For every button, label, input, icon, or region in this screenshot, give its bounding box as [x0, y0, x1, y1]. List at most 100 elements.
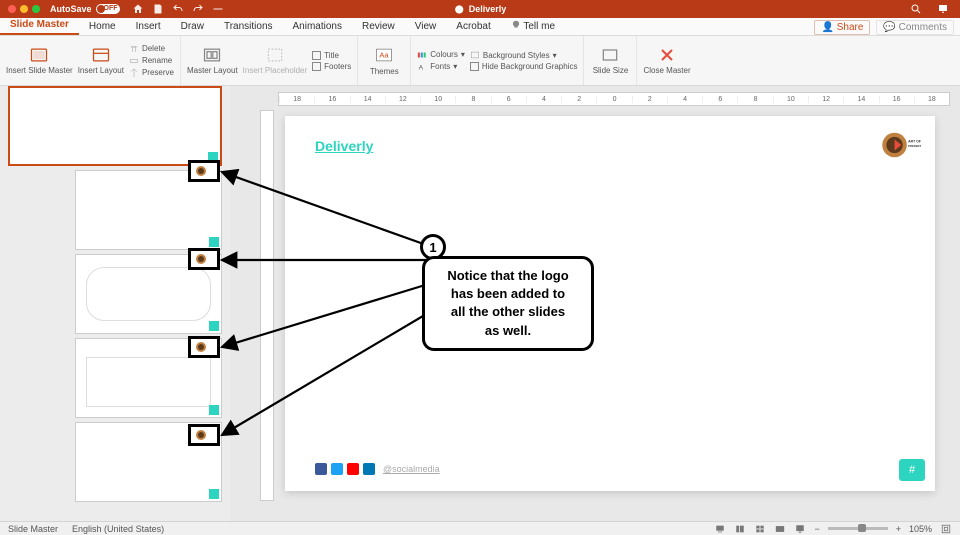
insert-placeholder-label: Insert Placeholder — [243, 67, 307, 76]
ribbon-group-close: Close Master — [637, 36, 696, 85]
normal-view-icon[interactable] — [734, 524, 746, 534]
titlebar: AutoSave OFF Deliverly — [0, 0, 960, 18]
fonts-button[interactable]: AFonts ▾ — [417, 62, 465, 72]
autosave-state: OFF — [104, 5, 118, 12]
delete-icon — [129, 44, 139, 54]
slide-size-icon — [600, 45, 620, 65]
insert-layout-button[interactable]: Insert Layout — [78, 45, 124, 76]
annotation-text: as well. — [439, 322, 577, 340]
tab-home[interactable]: Home — [79, 18, 126, 35]
slide-size-button[interactable]: Slide Size — [590, 45, 630, 76]
zoom-in-button[interactable]: + — [896, 524, 901, 534]
youtube-icon[interactable] — [347, 463, 359, 475]
tab-view[interactable]: View — [405, 18, 447, 35]
qat-more-icon[interactable] — [212, 3, 224, 15]
tell-me-label: Tell me — [523, 21, 555, 32]
ribbon-group-edit-theme: Aa Themes — [358, 36, 411, 85]
zoom-level[interactable]: 105% — [909, 524, 932, 534]
facebook-icon[interactable] — [315, 463, 327, 475]
slide-master-icon — [29, 45, 49, 65]
tab-transitions[interactable]: Transitions — [214, 18, 283, 35]
vertical-ruler[interactable] — [260, 110, 274, 501]
rename-icon — [129, 56, 139, 66]
minimize-window-icon[interactable] — [20, 5, 28, 13]
tab-review[interactable]: Review — [352, 18, 405, 35]
tab-insert[interactable]: Insert — [126, 18, 171, 35]
slide-canvas[interactable]: Deliverly ART OF PRESENTATIONS @socialme… — [285, 116, 935, 491]
footers-checkbox[interactable]: Footers — [312, 62, 351, 71]
home-icon[interactable] — [132, 3, 144, 15]
twitter-icon[interactable] — [331, 463, 343, 475]
undo-icon[interactable] — [172, 3, 184, 15]
fonts-icon: A — [417, 62, 427, 72]
fit-to-window-icon[interactable] — [940, 524, 952, 534]
close-master-button[interactable]: Close Master — [643, 45, 690, 76]
ribbon-group-background: Colours ▾ AFonts ▾ Background Styles ▾ H… — [411, 36, 584, 85]
thumbnail-badge-icon — [209, 489, 219, 499]
annotation-text: Notice that the logo — [439, 267, 577, 285]
present-icon[interactable] — [936, 3, 950, 15]
themes-button[interactable]: Aa Themes — [364, 45, 404, 76]
slideshow-view-icon[interactable] — [794, 524, 806, 534]
svg-text:Aa: Aa — [380, 51, 390, 60]
svg-text:PRESENTATIONS: PRESENTATIONS — [908, 144, 921, 148]
rename-button[interactable]: Rename — [129, 56, 174, 66]
comments-button[interactable]: 💬 Comments — [876, 20, 954, 35]
ribbon-group-size: Slide Size — [584, 36, 637, 85]
search-icon[interactable] — [910, 3, 922, 15]
mini-logo-icon — [195, 253, 213, 265]
linkedin-icon[interactable] — [363, 463, 375, 475]
insert-slide-master-label: Insert Slide Master — [6, 67, 73, 76]
delete-button[interactable]: Delete — [129, 44, 174, 54]
sorter-view-icon[interactable] — [754, 524, 766, 534]
save-icon[interactable] — [152, 3, 164, 15]
autosave-toggle[interactable]: OFF — [96, 4, 120, 14]
document-title-text: Deliverly — [469, 4, 507, 14]
tab-acrobat[interactable]: Acrobat — [446, 18, 500, 35]
checkbox-icon — [470, 62, 479, 71]
reading-view-icon[interactable] — [774, 524, 786, 534]
master-layout-label: Master Layout — [187, 67, 238, 76]
social-handle-text[interactable]: @socialmedia — [383, 464, 440, 474]
annotation-number: 1 — [429, 240, 436, 255]
master-slide-thumbnail[interactable] — [8, 86, 222, 166]
insert-placeholder-button[interactable]: Insert Placeholder — [243, 45, 307, 76]
slide-title-placeholder[interactable]: Deliverly — [315, 138, 373, 154]
redo-icon[interactable] — [192, 3, 204, 15]
background-styles-icon — [470, 50, 480, 60]
insert-layout-label: Insert Layout — [78, 67, 124, 76]
horizontal-ruler[interactable]: 18161412108642024681012141618 — [278, 92, 950, 106]
share-button[interactable]: 👤 Share — [814, 20, 870, 35]
master-layout-button[interactable]: Master Layout — [187, 45, 238, 76]
title-checkbox[interactable]: Title — [312, 51, 351, 60]
powerpoint-icon — [454, 4, 465, 15]
zoom-slider[interactable] — [828, 527, 888, 530]
ribbon-group-master-layout: Master Layout Insert Placeholder Title F… — [181, 36, 358, 85]
notes-view-icon[interactable] — [714, 524, 726, 534]
maximize-window-icon[interactable] — [32, 5, 40, 13]
master-layout-icon — [202, 45, 222, 65]
tab-slide-master[interactable]: Slide Master — [0, 16, 79, 35]
tab-draw[interactable]: Draw — [171, 18, 214, 35]
preserve-button[interactable]: Preserve — [129, 68, 174, 78]
mini-logo-icon — [195, 341, 213, 353]
company-logo[interactable]: ART OF PRESENTATIONS — [879, 130, 921, 160]
menu-tabs: Slide Master Home Insert Draw Transition… — [0, 18, 960, 36]
insert-slide-master-button[interactable]: Insert Slide Master — [6, 45, 73, 76]
thumbnail-badge-icon — [209, 321, 219, 331]
mini-logo-icon — [195, 165, 213, 177]
close-window-icon[interactable] — [8, 5, 16, 13]
tab-animations[interactable]: Animations — [283, 18, 352, 35]
colours-button[interactable]: Colours ▾ — [417, 50, 465, 60]
zoom-out-button[interactable]: − — [814, 524, 819, 534]
mini-logo-icon — [195, 429, 213, 441]
slide-number-badge[interactable] — [899, 459, 925, 481]
preserve-icon — [129, 68, 139, 78]
layout-thumbnail[interactable] — [75, 170, 222, 250]
tell-me-search[interactable]: Tell me — [501, 17, 565, 35]
thumbnail-badge-icon — [209, 237, 219, 247]
status-language[interactable]: English (United States) — [72, 524, 164, 534]
hide-background-checkbox[interactable]: Hide Background Graphics — [470, 62, 578, 71]
background-styles-button[interactable]: Background Styles ▾ — [470, 50, 578, 60]
themes-icon: Aa — [374, 45, 394, 65]
